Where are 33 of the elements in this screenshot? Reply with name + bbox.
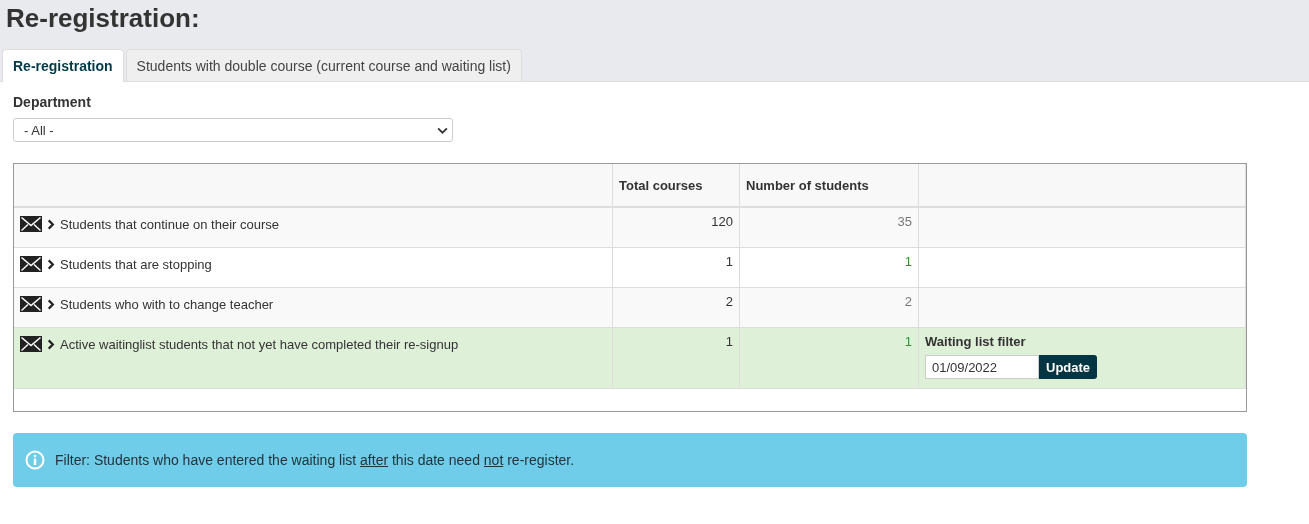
column-header: Total courses — [612, 164, 740, 207]
table-cell: 120 — [612, 207, 740, 248]
row-label[interactable]: Students that are stopping — [60, 256, 212, 272]
page-title: Re-registration: — [5, 2, 201, 35]
table-cell: 2 — [612, 287, 740, 328]
table-cell: 35 — [739, 207, 919, 248]
row-label[interactable]: Active waitinglist students that not yet have completed their re-signup — [60, 336, 459, 352]
chevron-down-icon — [437, 126, 448, 134]
tab[interactable]: Re-registration — [2, 49, 124, 82]
info-text: Filter: Students who have entered the waiting list after this date need not re-register. — [55, 452, 575, 468]
row-label[interactable]: Students that continue on their course — [60, 216, 279, 232]
chevron-right-icon[interactable] — [47, 258, 55, 270]
envelope-icon[interactable] — [20, 256, 42, 272]
department-label: Department — [13, 94, 92, 110]
table-cell: 1 — [612, 247, 740, 288]
table-cell: 1 — [612, 327, 740, 389]
envelope-icon[interactable] — [20, 216, 42, 232]
filter-label: Waiting list filter — [925, 334, 1027, 349]
chevron-right-icon[interactable] — [47, 338, 55, 350]
table-cell: 1 — [739, 327, 919, 389]
department-select[interactable]: - All - — [13, 118, 453, 142]
chevron-right-icon[interactable] — [47, 298, 55, 310]
row-label[interactable]: Students who with to change teacher — [60, 296, 274, 312]
update-button[interactable]: Update — [1039, 355, 1098, 379]
info-icon — [25, 450, 45, 470]
chevron-right-icon[interactable] — [47, 218, 55, 230]
table-cell: 2 — [739, 287, 919, 328]
tab[interactable]: Students with double course (current course and waiting list) — [125, 49, 522, 81]
envelope-icon[interactable] — [20, 336, 42, 352]
date-field[interactable]: 01/09/2022 — [925, 355, 1039, 379]
envelope-icon[interactable] — [20, 296, 42, 312]
column-header: Number of students — [739, 164, 919, 207]
table-cell: 1 — [739, 247, 919, 288]
